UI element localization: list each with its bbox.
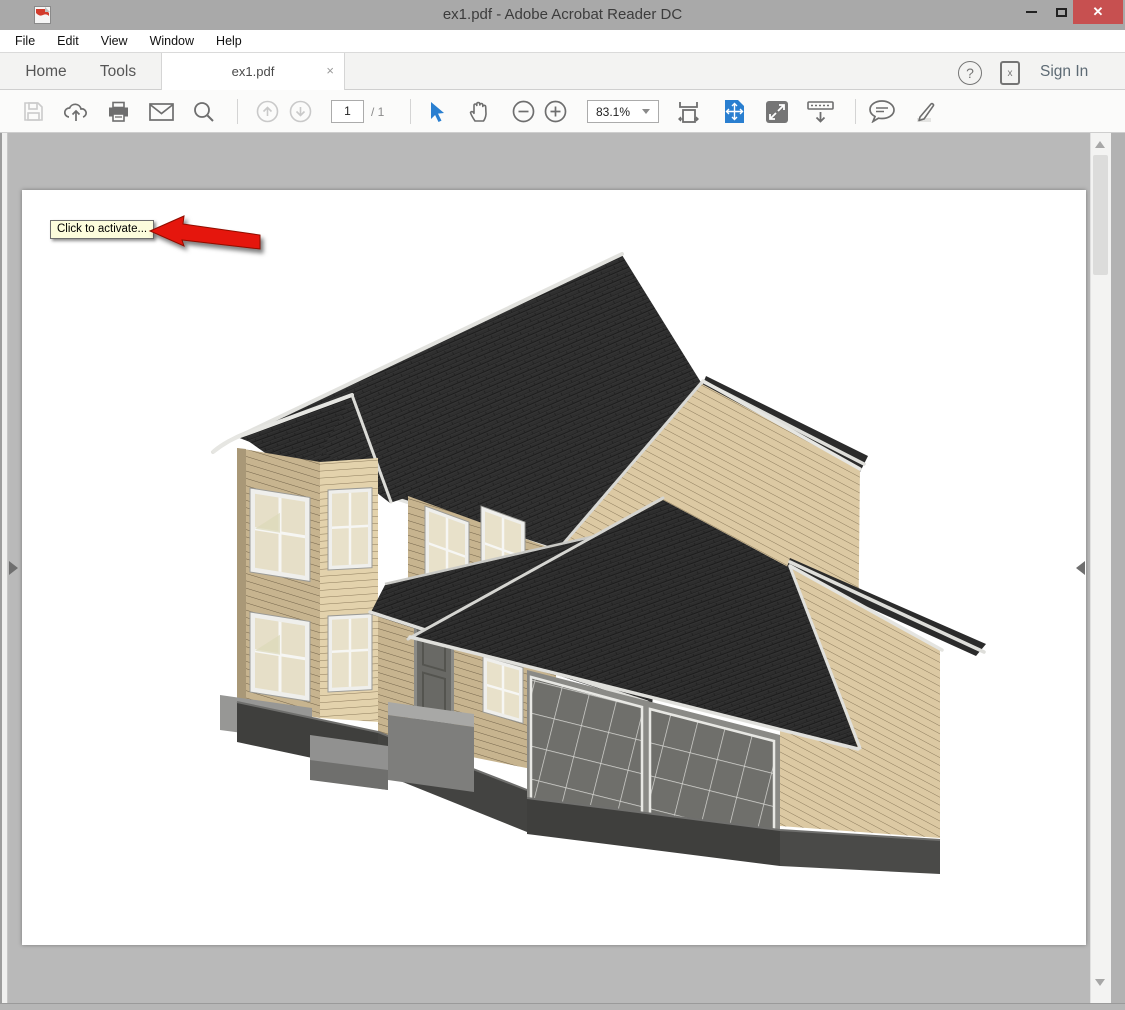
page-number-input[interactable]: 1 bbox=[331, 100, 364, 123]
minus-circle-icon bbox=[512, 100, 535, 123]
minimize-button[interactable] bbox=[1016, 0, 1046, 24]
pdf-page: Click to activate... bbox=[22, 190, 1086, 945]
email-button[interactable] bbox=[149, 90, 174, 133]
scroll-up-icon[interactable] bbox=[1095, 141, 1105, 148]
zoom-in-button[interactable] bbox=[543, 90, 567, 133]
tab-close-icon[interactable]: × bbox=[326, 63, 334, 78]
close-button[interactable]: ✕ bbox=[1073, 0, 1123, 24]
read-mode-button[interactable] bbox=[806, 90, 834, 133]
expand-arrows-icon bbox=[765, 100, 789, 124]
fullscreen-button[interactable] bbox=[764, 90, 790, 133]
document-viewport: Click to activate... bbox=[0, 133, 1125, 1003]
hand-tool-button[interactable] bbox=[468, 90, 492, 133]
fit-page-icon bbox=[724, 99, 745, 124]
printer-icon bbox=[107, 101, 130, 123]
zoom-level-select[interactable]: 83.1% bbox=[587, 100, 659, 123]
click-to-activate-tooltip[interactable]: Click to activate... bbox=[50, 220, 154, 239]
menu-help[interactable]: Help bbox=[216, 34, 242, 48]
highlight-button[interactable] bbox=[912, 90, 938, 133]
fit-page-button[interactable] bbox=[721, 90, 747, 133]
hand-icon bbox=[469, 100, 491, 123]
toolbar-hide-icon bbox=[807, 100, 834, 124]
save-icon bbox=[23, 101, 44, 122]
window-right-border bbox=[1111, 133, 1125, 1003]
fit-width-icon bbox=[676, 100, 701, 124]
menu-file[interactable]: File bbox=[15, 34, 35, 48]
previous-page-button[interactable] bbox=[255, 90, 280, 133]
tab-document[interactable]: ex1.pdf × bbox=[161, 53, 345, 90]
tab-home[interactable]: Home bbox=[14, 53, 78, 90]
cursor-arrow-icon bbox=[429, 101, 446, 123]
mobile-device-icon[interactable]: x bbox=[1000, 61, 1020, 85]
menu-window[interactable]: Window bbox=[150, 34, 194, 48]
right-pane-toggle-icon[interactable] bbox=[1076, 561, 1085, 575]
scrollbar-thumb[interactable] bbox=[1093, 155, 1108, 275]
left-panel-collapsed[interactable] bbox=[0, 133, 8, 1003]
sign-in-button[interactable]: Sign In bbox=[1040, 53, 1088, 90]
comment-button[interactable] bbox=[869, 90, 895, 133]
bay-window-upper-left bbox=[250, 488, 310, 582]
share-button[interactable] bbox=[64, 90, 88, 133]
speech-bubble-icon bbox=[869, 100, 895, 123]
scroll-down-icon[interactable] bbox=[1095, 979, 1105, 986]
next-page-button[interactable] bbox=[288, 90, 313, 133]
save-button[interactable] bbox=[22, 90, 44, 133]
help-icon[interactable]: ? bbox=[958, 61, 982, 85]
tab-tools[interactable]: Tools bbox=[86, 53, 150, 90]
menu-bar: File Edit View Window Help bbox=[0, 30, 1125, 52]
left-pane-toggle-icon[interactable] bbox=[9, 561, 18, 575]
menu-edit[interactable]: Edit bbox=[57, 34, 79, 48]
window-bottom-border bbox=[0, 1003, 1125, 1010]
toolbar-separator bbox=[410, 99, 411, 124]
select-tool-button[interactable] bbox=[426, 90, 448, 133]
maximize-button[interactable] bbox=[1046, 0, 1076, 24]
search-button[interactable] bbox=[192, 90, 216, 133]
envelope-icon bbox=[149, 103, 174, 121]
page-up-icon bbox=[256, 100, 279, 123]
minimize-icon bbox=[1026, 11, 1037, 13]
print-button[interactable] bbox=[106, 90, 130, 133]
toolbar-separator bbox=[855, 99, 856, 124]
search-icon bbox=[193, 101, 215, 123]
highlighter-pen-icon bbox=[912, 100, 938, 124]
title-bar: ex1.pdf - Adobe Acrobat Reader DC ✕ bbox=[0, 0, 1125, 30]
page-down-icon bbox=[289, 100, 312, 123]
fit-width-button[interactable] bbox=[675, 90, 701, 133]
page-total-label: / 1 bbox=[371, 90, 384, 133]
window-title: ex1.pdf - Adobe Acrobat Reader DC bbox=[0, 0, 1125, 30]
tab-bar: Home Tools ex1.pdf × ? x Sign In bbox=[0, 52, 1125, 90]
tab-document-label: ex1.pdf bbox=[232, 64, 275, 79]
menu-view[interactable]: View bbox=[101, 34, 128, 48]
toolbar-separator bbox=[237, 99, 238, 124]
red-arrow-annotation bbox=[146, 214, 272, 262]
maximize-icon bbox=[1056, 8, 1067, 17]
plus-circle-icon bbox=[544, 100, 567, 123]
zoom-out-button[interactable] bbox=[511, 90, 535, 133]
cloud-upload-icon bbox=[64, 101, 88, 123]
chevron-down-icon bbox=[642, 109, 650, 114]
house-rendering[interactable] bbox=[22, 190, 1086, 945]
zoom-level-value: 83.1% bbox=[596, 105, 630, 119]
main-toolbar: 1 / 1 83.1% bbox=[0, 90, 1125, 133]
